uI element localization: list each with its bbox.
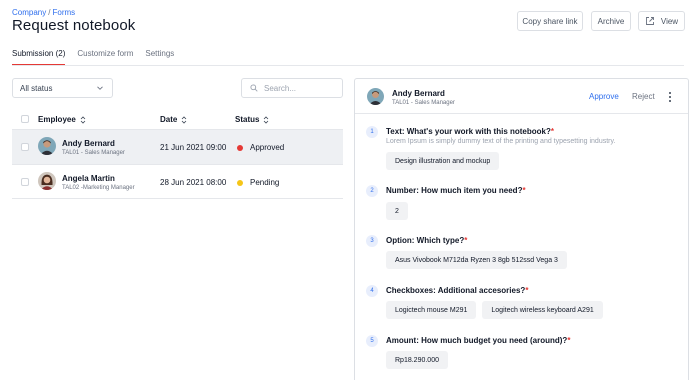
status-dot: [237, 179, 243, 186]
required-mark: *: [525, 286, 529, 295]
answer-list: 2: [386, 202, 408, 220]
chevron-down-icon: [97, 86, 103, 90]
search-input[interactable]: [264, 83, 334, 93]
column-status[interactable]: Status: [235, 115, 269, 124]
search-icon: [250, 84, 258, 92]
detail-employee-name: Andy Bernard: [392, 89, 445, 98]
required-mark: *: [567, 336, 571, 345]
question-number: 2: [366, 185, 378, 197]
submission-date: 21 Jun 2021 09:00: [160, 143, 227, 152]
question-title-text: Checkboxes: Additional accesories?: [386, 286, 526, 295]
answer-list: Rp18.290.000: [386, 351, 448, 369]
answer-chip: 2: [386, 202, 408, 220]
question-title: Number: How much item you need?*: [386, 186, 526, 195]
answer-list: Logictech mouse M291 Logitech wireless k…: [386, 301, 603, 319]
status-badge: Pending: [237, 178, 279, 187]
archive-button[interactable]: Archive: [591, 11, 631, 31]
question-title: Text: What's your work with this noteboo…: [386, 127, 554, 136]
employee-subtitle: TAL02 -Marketing Manager: [62, 185, 135, 191]
submission-date: 28 Jun 2021 08:00: [160, 178, 227, 187]
reject-button[interactable]: Reject: [632, 92, 655, 101]
view-button[interactable]: View: [638, 11, 685, 31]
question-title-text: Text: What's your work with this noteboo…: [386, 127, 551, 136]
question-number: 4: [366, 285, 378, 297]
question-title: Option: Which type?*: [386, 236, 467, 245]
external-link-icon: [645, 17, 654, 25]
answer-chip: Logictech mouse M291: [386, 301, 477, 319]
tabs-divider: [12, 65, 684, 66]
breadcrumb-forms[interactable]: Forms: [52, 8, 75, 17]
question-description: Lorem Ipsum is simply dummy text of the …: [386, 138, 616, 145]
answer-list: Asus Vivobook M712da Ryzen 3 8gb 512ssd …: [386, 251, 567, 269]
employee-subtitle: TAL01 - Sales Manager: [62, 150, 125, 156]
table-row[interactable]: Angela Martin TAL02 -Marketing Manager 2…: [12, 164, 343, 199]
question-number: 3: [366, 235, 378, 247]
answer-chip: Logitech wireless keyboard A291: [482, 301, 603, 319]
question-title-text: Number: How much item you need?: [386, 186, 523, 195]
column-date[interactable]: Date: [160, 115, 187, 124]
breadcrumb-company[interactable]: Company: [12, 8, 46, 17]
table-row[interactable]: Andy Bernard TAL01 - Sales Manager 21 Ju…: [12, 129, 343, 164]
required-mark: *: [464, 236, 468, 245]
status-label: Approved: [250, 143, 285, 152]
row-checkbox[interactable]: [21, 178, 29, 186]
sort-icon: [264, 116, 269, 124]
answer-list: Design illustration and mockup: [386, 152, 500, 170]
submission-detail-panel: Andy Bernard TAL01 - Sales Manager Appro…: [354, 78, 689, 380]
breadcrumb-separator: /: [48, 8, 51, 17]
question-title: Checkboxes: Additional accesories?*: [386, 286, 528, 295]
page-title: Request notebook: [12, 17, 136, 34]
answer-chip: Rp18.290.000: [386, 351, 448, 369]
sort-icon: [80, 116, 86, 124]
copy-share-link-button[interactable]: Copy share link: [517, 11, 583, 31]
question-title: Amount: How much budget you need (around…: [386, 336, 570, 345]
question-title-text: Option: Which type?: [386, 236, 465, 245]
archive-label: Archive: [597, 16, 625, 26]
breadcrumb: Company / Forms: [12, 8, 75, 17]
select-all-checkbox[interactable]: [21, 115, 29, 123]
status-label: Pending: [250, 178, 280, 187]
avatar: [367, 88, 384, 105]
avatar: [38, 137, 56, 155]
status-badge: Approved: [237, 143, 284, 152]
table-header: Employee Date Status: [12, 109, 343, 129]
status-dot: [237, 144, 243, 151]
list-divider: [12, 198, 343, 199]
detail-header: Andy Bernard TAL01 - Sales Manager Appro…: [355, 79, 688, 114]
tab-customize-form[interactable]: Customize form: [77, 49, 133, 66]
column-employee-label: Employee: [38, 115, 76, 124]
required-mark: *: [550, 127, 554, 136]
status-filter-select[interactable]: All status: [12, 78, 113, 98]
sort-icon: [182, 116, 187, 124]
search-field[interactable]: [241, 78, 343, 98]
required-mark: *: [522, 186, 526, 195]
view-label: View: [660, 16, 679, 26]
copy-share-link-label: Copy share link: [522, 16, 578, 26]
column-status-label: Status: [235, 115, 260, 124]
more-vertical-icon[interactable]: [667, 91, 673, 103]
tab-submission[interactable]: Submission (2): [12, 49, 66, 66]
column-date-label: Date: [160, 115, 178, 124]
question-number: 1: [366, 126, 378, 138]
employee-name: Andy Bernard: [62, 139, 115, 148]
question-title-text: Amount: How much budget you need (around…: [386, 336, 568, 345]
avatar: [38, 172, 56, 190]
column-employee[interactable]: Employee: [38, 115, 86, 124]
answer-chip: Asus Vivobook M712da Ryzen 3 8gb 512ssd …: [386, 251, 567, 269]
answer-chip: Design illustration and mockup: [386, 152, 500, 170]
tab-bar: Submission (2) Customize form Settings: [12, 49, 174, 66]
tab-settings[interactable]: Settings: [145, 49, 174, 66]
row-checkbox[interactable]: [21, 143, 29, 151]
status-filter-value: All status: [20, 83, 53, 93]
employee-name: Angela Martin: [62, 174, 115, 183]
approve-button[interactable]: Approve: [589, 92, 619, 101]
detail-employee-subtitle: TAL01 - Sales Manager: [392, 100, 455, 106]
question-number: 5: [366, 335, 378, 347]
